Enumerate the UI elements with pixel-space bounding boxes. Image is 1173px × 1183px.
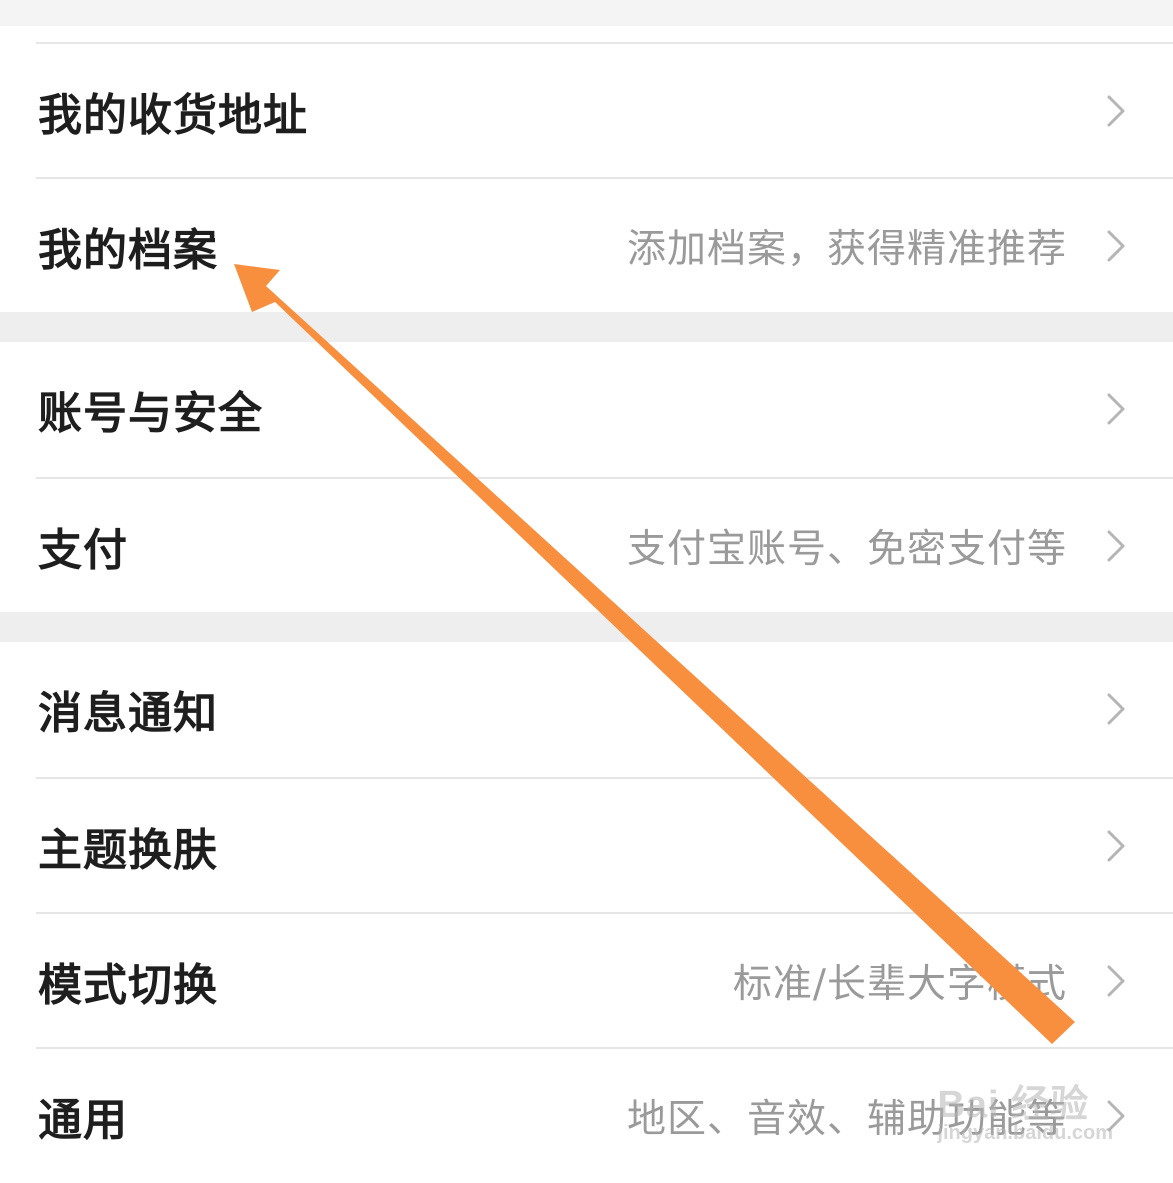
row-subtitle: 地区、音效、辅助功能等	[626, 1097, 1067, 1142]
row-title: 我的档案	[38, 225, 218, 276]
chevron-right-icon	[1107, 965, 1125, 997]
settings-row-my-profile[interactable]: 我的档案 添加档案，获得精准推荐	[0, 179, 1173, 313]
row-title: 消息通知	[38, 688, 218, 739]
section-gap	[0, 312, 1173, 342]
chevron-right-icon	[1107, 393, 1125, 425]
row-title: 支付	[38, 525, 128, 576]
settings-page: 我的收货地址 我的档案 添加档案，获得精准推荐 账号与安全 支付 支付宝账号、免…	[0, 0, 1173, 1183]
chevron-right-icon	[1107, 693, 1125, 725]
settings-row-payment[interactable]: 支付 支付宝账号、免密支付等	[0, 479, 1173, 613]
chevron-right-icon	[1107, 230, 1125, 262]
chevron-right-icon	[1107, 95, 1125, 127]
row-title: 模式切换	[38, 960, 218, 1011]
chevron-right-icon	[1107, 530, 1125, 562]
row-title: 我的收货地址	[38, 90, 308, 141]
settings-row-theme[interactable]: 主题换肤	[0, 779, 1173, 913]
row-subtitle: 标准/长辈大字模式	[732, 962, 1067, 1007]
chevron-right-icon	[1107, 830, 1125, 862]
settings-row-shipping-address[interactable]: 我的收货地址	[0, 44, 1173, 178]
settings-row-account-security[interactable]: 账号与安全	[0, 342, 1173, 476]
settings-row-notifications[interactable]: 消息通知	[0, 642, 1173, 776]
section-gap	[0, 612, 1173, 642]
chevron-right-icon	[1107, 1100, 1125, 1132]
row-title: 主题换肤	[38, 825, 218, 876]
top-spacer	[0, 0, 1173, 26]
row-title: 账号与安全	[38, 388, 263, 439]
settings-row-mode-switch[interactable]: 模式切换 标准/长辈大字模式	[0, 914, 1173, 1048]
settings-row-general[interactable]: 通用 地区、音效、辅助功能等	[0, 1049, 1173, 1183]
row-title: 通用	[38, 1095, 128, 1146]
row-subtitle: 添加档案，获得精准推荐	[626, 227, 1067, 272]
row-subtitle: 支付宝账号、免密支付等	[626, 527, 1067, 572]
